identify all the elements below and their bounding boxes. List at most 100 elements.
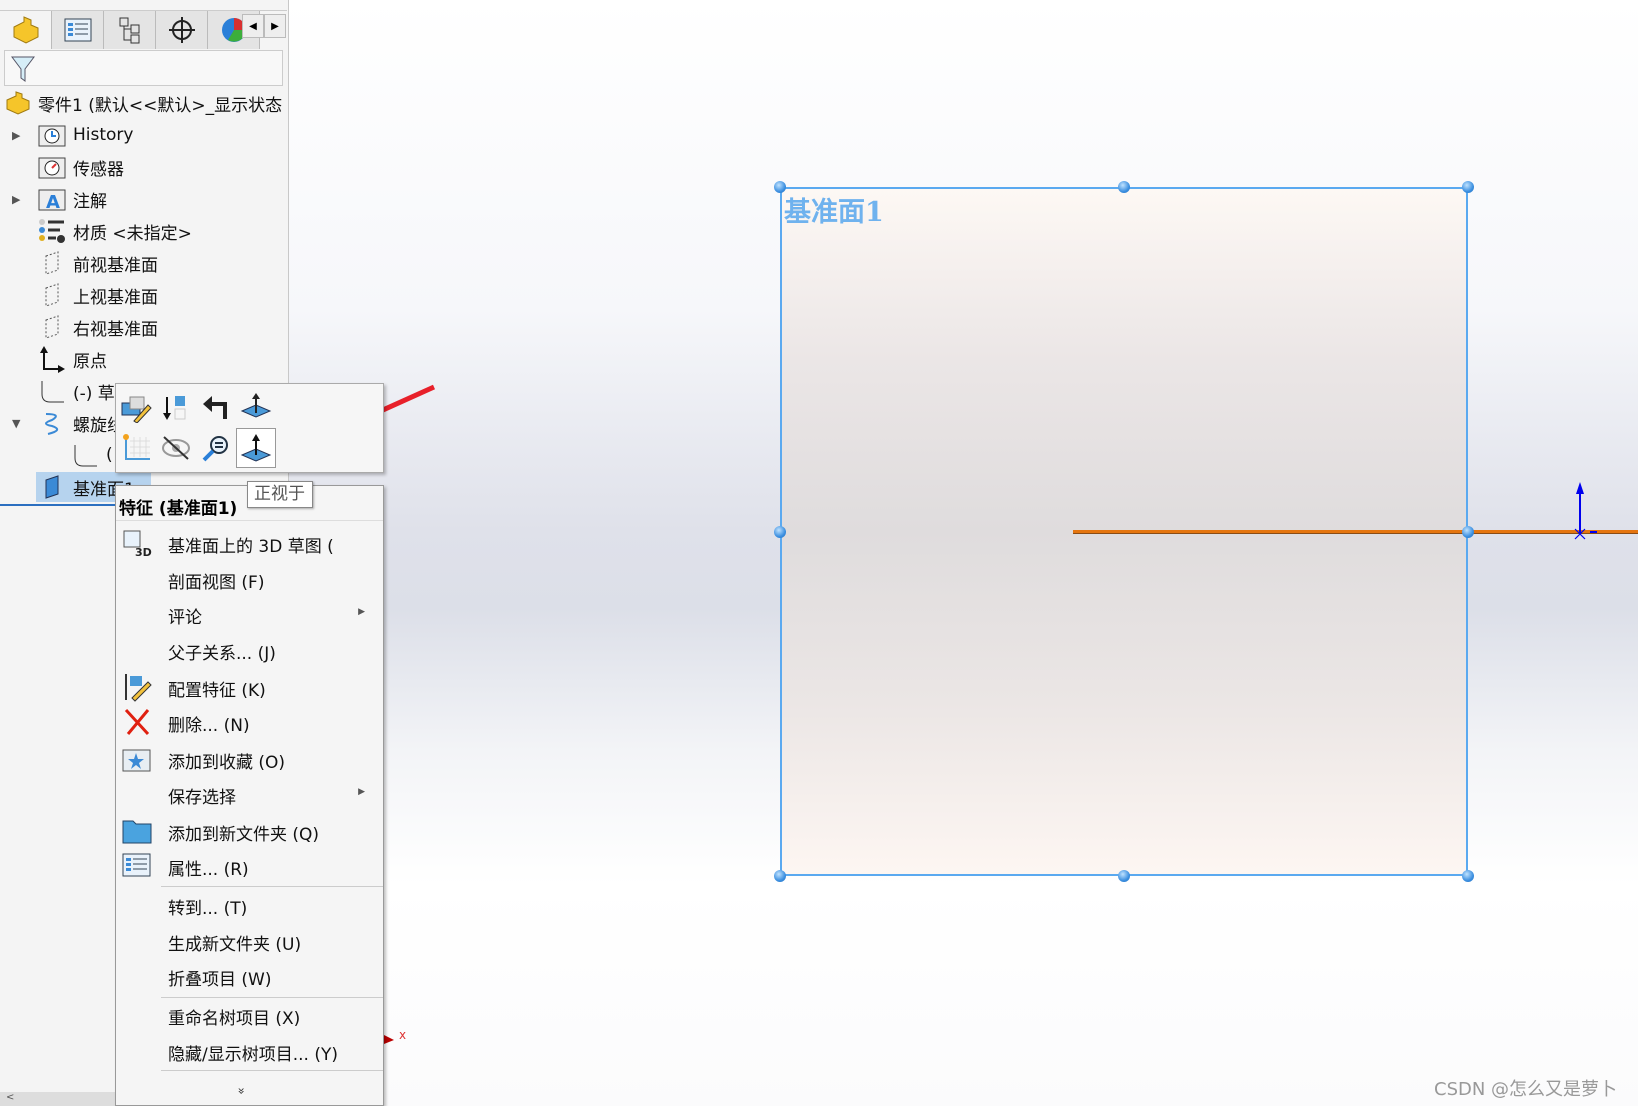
tab-configuration-manager[interactable] <box>104 11 156 49</box>
tree-filter[interactable] <box>4 50 283 86</box>
part-icon <box>4 90 32 116</box>
filter-icon <box>11 56 35 82</box>
context-toolbar <box>115 383 384 473</box>
back-arrow-icon <box>203 396 227 419</box>
menu-item[interactable]: 父子关系... (J) <box>116 633 383 667</box>
watermark: CSDN @怎么又是萝卜 <box>1434 1079 1618 1100</box>
normal-to-button[interactable] <box>236 428 276 468</box>
plane-icon <box>38 282 66 308</box>
tree-item[interactable]: 材质 <未指定> <box>0 216 287 246</box>
plane-handle[interactable] <box>1462 181 1474 193</box>
tree-item-label: ( <box>106 445 113 465</box>
expand-arrow-icon[interactable]: ▶ <box>12 129 20 142</box>
normal-to-alt-button[interactable] <box>236 388 276 428</box>
menu-item-label: 基准面上的 3D 草图 ( <box>168 537 334 557</box>
tree-item-label: 原点 <box>73 351 107 372</box>
collapse-arrow-icon[interactable]: ▼ <box>12 417 20 430</box>
plane-icon <box>38 250 66 276</box>
parent-child-button[interactable] <box>196 388 236 428</box>
tree-root-part[interactable]: 零件1 (默认<<默认>_显示状态 <box>0 88 287 118</box>
tree-item[interactable]: 右视基准面 <box>0 312 287 342</box>
plane-handle[interactable] <box>774 870 786 882</box>
tab-feature-manager[interactable] <box>0 11 52 49</box>
plane-handle[interactable] <box>1462 526 1474 538</box>
menu-item-label: 删除... (N) <box>168 716 250 736</box>
menu-item[interactable]: 3D 基准面上的 3D 草图 ( <box>116 526 383 560</box>
menu-item[interactable]: 属性... (R) <box>116 849 383 883</box>
horizontal-scrollbar[interactable]: < <box>0 1092 115 1106</box>
tooltip: 正视于 <box>247 481 313 508</box>
tree-item-label: 注解 <box>73 191 107 212</box>
material-icon <box>38 218 66 244</box>
tab-property-manager[interactable] <box>52 11 104 49</box>
menu-item[interactable]: 隐藏/显示树项目... (Y) <box>116 1034 383 1068</box>
history-folder-icon <box>38 122 66 148</box>
sketch-icon <box>38 378 66 404</box>
menu-item-label: 转到... (T) <box>168 899 248 919</box>
hide-button[interactable] <box>156 428 196 468</box>
plane-handle[interactable] <box>1118 181 1130 193</box>
submenu-arrow-icon: ▶ <box>358 787 365 797</box>
menu-item[interactable]: 生成新文件夹 (U) <box>116 924 383 958</box>
tree-item[interactable]: 前视基准面 <box>0 248 287 278</box>
menu-item[interactable]: 配置特征 (K) <box>116 670 383 704</box>
tree-item[interactable]: ▶ A 注解 <box>0 184 287 214</box>
delete-icon <box>121 707 153 737</box>
edit-feature-icon <box>121 396 152 423</box>
tab-scroll-right[interactable]: ▶ <box>264 14 286 38</box>
plane-handle[interactable] <box>1462 870 1474 882</box>
menu-item[interactable]: 添加到新文件夹 (Q) <box>116 814 383 848</box>
tree-item[interactable]: 上视基准面 <box>0 280 287 310</box>
hide-eye-icon <box>162 436 190 460</box>
tab-scroll-left[interactable]: ◀ <box>242 14 264 38</box>
dimxpert-icon <box>168 17 195 43</box>
zoom-to-selection-button[interactable] <box>196 428 236 468</box>
rollback-bar[interactable] <box>0 504 115 506</box>
menu-item[interactable]: 重命名树项目 (X) <box>116 998 383 1032</box>
tree-item[interactable]: 原点 <box>0 344 287 374</box>
tab-dimxpert[interactable] <box>156 11 208 49</box>
menu-item-label: 重命名树项目 (X) <box>168 1009 301 1029</box>
tree-item[interactable]: 传感器 <box>0 152 287 182</box>
menu-item-label: 隐藏/显示树项目... (Y) <box>168 1045 338 1065</box>
menu-item[interactable]: 保存选择 ▶ <box>116 777 383 811</box>
menu-item[interactable]: 转到... (T) <box>116 888 383 922</box>
expand-arrow-icon[interactable]: ▶ <box>12 193 20 206</box>
origin-icon <box>38 346 66 373</box>
menu-item[interactable]: 删除... (N) <box>116 705 383 739</box>
edit-feature-button[interactable] <box>116 388 156 428</box>
rollback-icon <box>163 396 186 420</box>
plane-handle[interactable] <box>774 526 786 538</box>
sketch-line[interactable] <box>1073 530 1638 534</box>
sketch-origin-icon <box>1574 482 1597 540</box>
svg-text:A: A <box>46 192 60 212</box>
scroll-left-icon[interactable]: < <box>6 1092 14 1103</box>
menu-item[interactable]: 评论 ▶ <box>116 597 383 631</box>
menu-item[interactable]: 添加到收藏 (O) <box>116 742 383 776</box>
tree-item[interactable]: ▶ History <box>0 120 287 150</box>
menu-item-label: 配置特征 (K) <box>168 681 266 701</box>
rollback-button[interactable] <box>156 388 196 428</box>
tree-item-label: 前视基准面 <box>73 255 158 276</box>
tab-scroll: ◀ ▶ <box>242 14 286 38</box>
configuration-manager-icon <box>119 17 139 44</box>
favorite-icon <box>121 744 153 774</box>
menu-expand-chevron[interactable]: » <box>235 1087 249 1094</box>
plane-handle[interactable] <box>1118 870 1130 882</box>
menu-item-label: 保存选择 <box>168 788 236 808</box>
menu-divider <box>161 886 383 887</box>
sketch-button[interactable] <box>116 428 156 468</box>
plane-arrow-icon <box>240 393 272 418</box>
tree-root-label: 零件1 (默认<<默认>_显示状态 <box>38 95 283 116</box>
tree-item-label: 材质 <未指定> <box>73 223 192 244</box>
helix-icon <box>38 410 66 436</box>
menu-item[interactable]: 剖面视图 (F) <box>116 562 383 596</box>
menu-item-label: 父子关系... (J) <box>168 644 276 664</box>
plane-handle[interactable] <box>774 181 786 193</box>
menu-item[interactable]: 折叠项目 (W) <box>116 959 383 993</box>
context-menu: 特征 (基准面1) 3D 基准面上的 3D 草图 (剖面视图 (F) 评论 ▶ 父子关系… <box>115 485 384 1106</box>
feature-manager-icon <box>13 16 38 44</box>
properties-icon <box>121 851 153 881</box>
tree-item-label: 上视基准面 <box>73 287 158 308</box>
plane-label: 基准面1 <box>784 197 884 228</box>
